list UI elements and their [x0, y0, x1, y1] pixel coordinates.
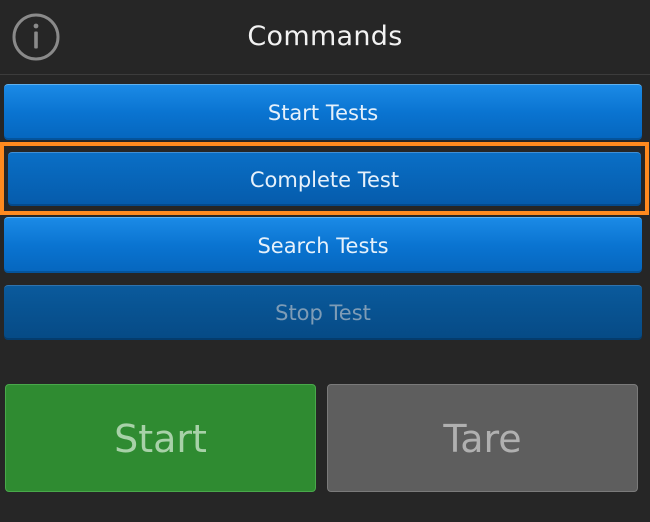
commands-panel: Commands Start Tests Complete Test Searc…	[0, 0, 650, 522]
complete-test-button[interactable]: Complete Test	[8, 152, 641, 206]
search-tests-button[interactable]: Search Tests	[4, 217, 642, 273]
start-button[interactable]: Start	[5, 384, 316, 492]
start-tests-button[interactable]: Start Tests	[4, 84, 642, 140]
stop-test-button[interactable]: Stop Test	[4, 285, 642, 340]
tare-button[interactable]: Tare	[327, 384, 638, 492]
header-bar: Commands	[0, 0, 650, 75]
page-title: Commands	[247, 21, 403, 52]
complete-test-highlight: Complete Test	[0, 142, 649, 215]
